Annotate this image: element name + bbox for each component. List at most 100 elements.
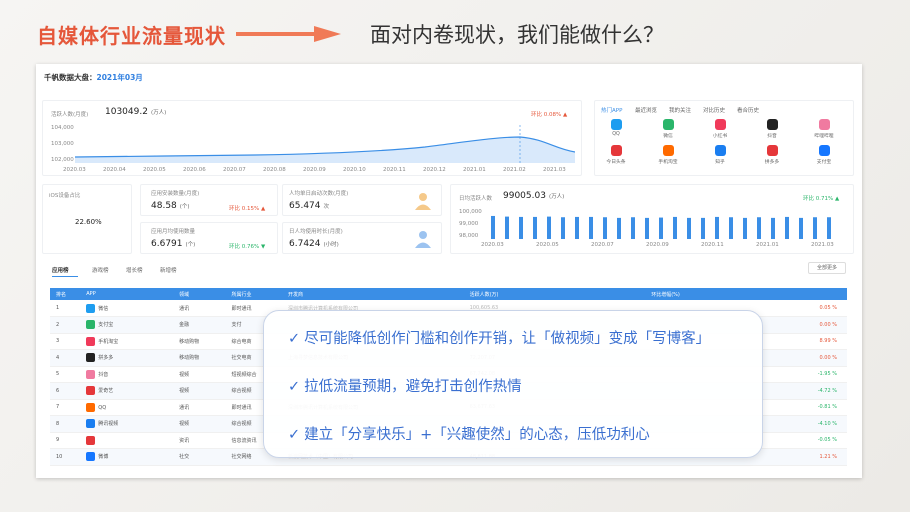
x-tick: 2020.11	[383, 167, 406, 173]
bar	[575, 216, 579, 239]
app-icon-item[interactable]: 手机淘宝	[653, 145, 683, 165]
bar	[505, 216, 509, 239]
app-name: 支付宝	[816, 160, 832, 165]
x-tick: 2020.08	[263, 167, 286, 173]
app-icon-item[interactable]: 微信	[653, 119, 683, 139]
bar	[645, 217, 649, 239]
cell-rank: 6	[50, 382, 81, 400]
app-icon	[662, 145, 674, 156]
cell-app: 微信	[80, 300, 174, 317]
bar	[729, 217, 733, 239]
y-tick-0: 104,000	[51, 125, 74, 131]
more-button[interactable]: 全部更多	[808, 262, 846, 274]
table-header: 排名	[50, 288, 81, 300]
bar	[547, 216, 551, 239]
ios-share-label: iOS设备占比	[49, 193, 81, 199]
app-icon	[714, 119, 726, 130]
app-icon-item[interactable]: 哔哩哔哩	[809, 119, 839, 139]
point-1: ✓ 尽可能降低创作门槛和创作开销，让「做视频」变成「写博客」	[288, 331, 711, 347]
tab-follow[interactable]: 我的关注	[669, 106, 691, 114]
x-tick: 2021.01	[756, 242, 779, 248]
cell-app: 抖音	[80, 366, 174, 383]
app-icon-item[interactable]: 支付宝	[809, 145, 839, 165]
cell-app: 爱奇艺	[80, 382, 174, 400]
x-tick: 2021.03	[811, 242, 834, 248]
bar	[659, 217, 663, 239]
app-icon	[86, 386, 96, 396]
app-icon	[610, 119, 622, 130]
tab-history[interactable]: 看合历史	[737, 106, 759, 114]
app-icon	[766, 145, 778, 156]
daily-active-bar-chart	[491, 215, 831, 239]
app-icon	[86, 419, 96, 429]
bar	[533, 216, 537, 239]
cell-app: 手机淘宝	[80, 333, 174, 350]
cell-rank: 4	[50, 349, 81, 367]
point-2: ✓ 拉低流量预期，避免打击创作热情	[288, 379, 522, 395]
monthly-active-value: 103049.2 (万人)	[105, 107, 167, 117]
bar	[603, 217, 607, 239]
daily-time-card: 日人均使用时长(月度) 6.7424 (小时)	[282, 222, 442, 254]
bar	[757, 217, 761, 239]
install-value: 48.58 (个)	[151, 201, 190, 211]
user-avatar-icon	[415, 193, 431, 210]
bar	[799, 217, 803, 239]
tab-growth-rank[interactable]: 增长榜	[126, 266, 143, 274]
x-tick: 2020.09	[303, 167, 326, 173]
app-icon	[86, 353, 96, 363]
app-name: 抖音	[767, 134, 777, 139]
cell-field: 视频	[173, 415, 226, 433]
x-tick: 2020.11	[701, 242, 724, 248]
app-icon-item[interactable]: 知乎	[705, 145, 735, 165]
tab-game-rank[interactable]: 游戏榜	[92, 266, 109, 274]
app-name: 拼多多	[764, 160, 780, 165]
tab-hot-apps[interactable]: 热门APP	[601, 106, 622, 114]
bar	[785, 216, 789, 239]
install-card: 应用安装数量(月度) 48.58 (个) 环比 0.15% ▲	[140, 184, 278, 216]
app-icon-item[interactable]: 小红书	[705, 119, 735, 139]
app-icon-item[interactable]: QQ	[601, 119, 631, 137]
x-tick: 2021.03	[543, 167, 566, 173]
bar	[813, 217, 817, 239]
tab-app-rank[interactable]: 应用榜	[52, 266, 69, 274]
active-tab-indicator	[52, 276, 78, 277]
x-tick: 2020.04	[103, 167, 126, 173]
cell-field: 资讯	[173, 432, 226, 449]
daily-active-card: 日均活跃人数 99005.03 (万人) 环比 0.71% ▲ 100,000 9…	[450, 184, 854, 254]
y-tick-2: 102,000	[51, 157, 74, 163]
x-tick: 2020.09	[646, 242, 669, 248]
bar	[827, 217, 831, 239]
app-icon	[818, 119, 830, 130]
app-icon-item[interactable]: 拼多多	[757, 145, 787, 165]
daily-time-value: 6.7424 (小时)	[289, 239, 339, 249]
bar	[715, 216, 719, 239]
bar	[631, 217, 635, 239]
daily-active-value: 99005.03 (万人)	[503, 191, 565, 201]
use-count-value: 6.6791 (个)	[151, 239, 196, 249]
app-icon-item[interactable]: 今日头条	[601, 145, 631, 165]
tab-new-rank[interactable]: 新增榜	[160, 266, 177, 274]
x-tick: 2020.05	[143, 167, 166, 173]
ios-share-card: iOS设备占比 22.60%	[42, 184, 132, 254]
x-tick: 2020.07	[223, 167, 246, 173]
cell-field: 通讯	[173, 300, 226, 317]
cell-app: QQ	[80, 399, 174, 416]
app-icon-item[interactable]: 抖音	[757, 119, 787, 139]
cell-app	[80, 432, 174, 449]
monthly-active-line-chart	[75, 125, 575, 163]
monthly-active-change: 环比 0.08% ▲	[531, 112, 568, 118]
app-icon	[86, 336, 96, 346]
cell-field: 移动购物	[173, 349, 226, 367]
use-count-card: 应用月均使用数量 6.6791 (个) 环比 0.76% ▼	[140, 222, 278, 254]
cell-field: 金融	[173, 316, 226, 334]
slide-title-left: 自媒体行业流量现状	[37, 24, 226, 48]
cell-field: 移动购物	[173, 333, 226, 350]
dashboard-header: 千帆数据大盘：2021年03月	[44, 73, 143, 82]
app-name: QQ	[612, 132, 620, 137]
tab-compare[interactable]: 对比历史	[703, 106, 725, 114]
bar	[771, 217, 775, 239]
bar	[491, 215, 495, 239]
monthly-active-label: 活跃人数(月度)	[51, 112, 89, 118]
tab-recent[interactable]: 最近浏览	[635, 106, 657, 114]
app-icon	[86, 435, 96, 445]
